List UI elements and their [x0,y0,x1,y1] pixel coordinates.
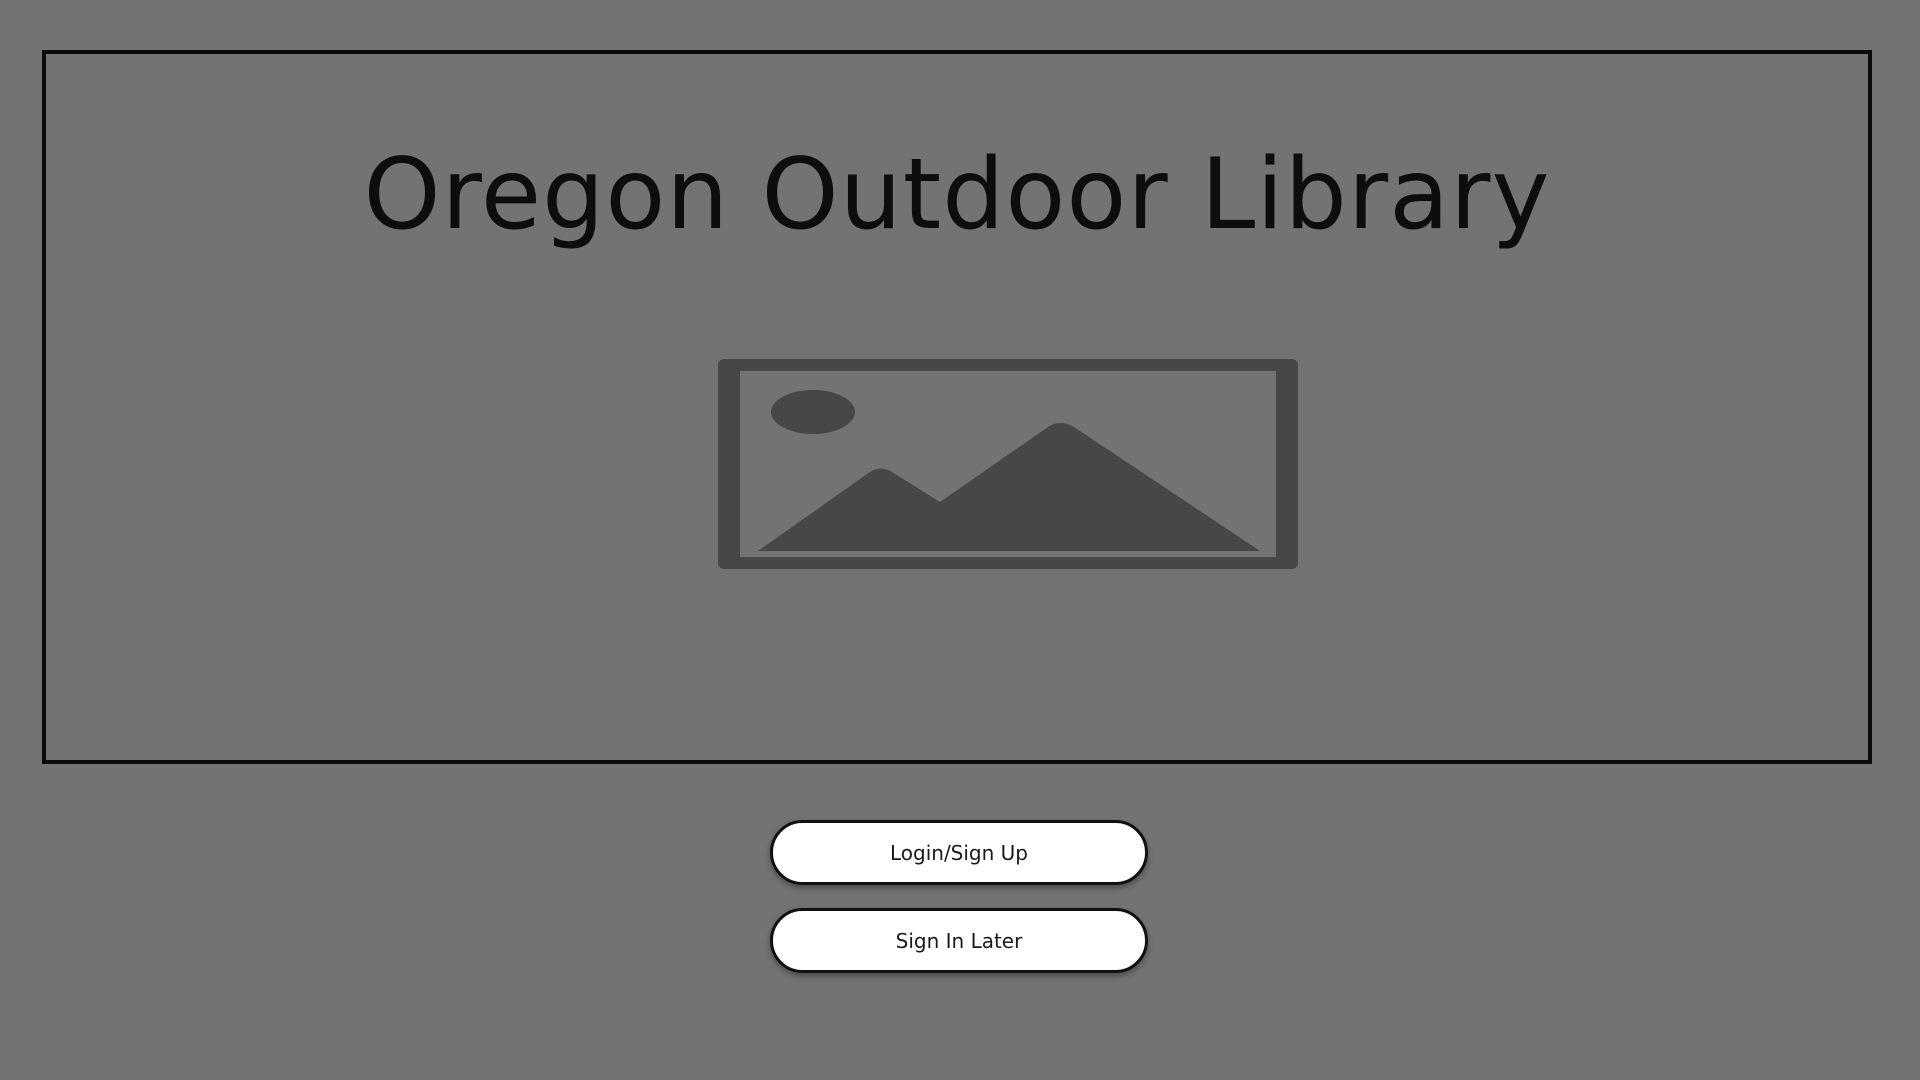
image-placeholder-icon [718,359,1298,569]
login-signup-button[interactable]: Login/Sign Up [770,820,1148,885]
sign-in-later-button[interactable]: Sign In Later [770,908,1148,973]
hero-panel: Oregon Outdoor Library [42,50,1872,764]
page-title: Oregon Outdoor Library [363,138,1551,252]
